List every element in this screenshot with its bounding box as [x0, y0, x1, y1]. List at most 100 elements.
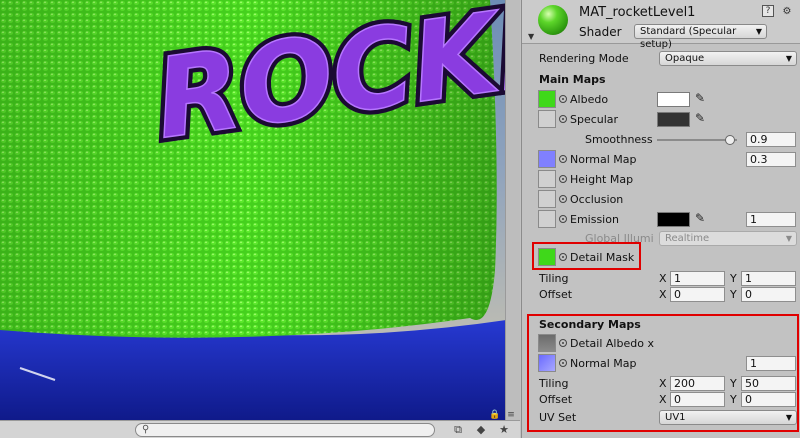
occlusion-label: Occlusion	[570, 193, 624, 206]
occlusion-texture-slot[interactable]	[538, 190, 556, 208]
global-illumination-value: Realtime	[665, 233, 710, 244]
main-maps-title: Main Maps	[539, 73, 606, 86]
x-label: X	[659, 377, 667, 390]
settings-gear-icon[interactable]: ⚙	[780, 5, 794, 19]
uv-set-row: UV Set UV1 ▼	[522, 408, 800, 428]
texture-picker-icon[interactable]	[559, 115, 567, 123]
offset-label: Offset	[539, 288, 573, 301]
emission-intensity-field[interactable]: 1	[746, 212, 796, 227]
rendering-mode-value: Opaque	[665, 53, 705, 64]
y-label: Y	[730, 288, 737, 301]
normal-map-label: Normal Map	[570, 153, 637, 166]
main-maps-header: Main Maps	[522, 70, 800, 90]
chevron-down-icon: ▼	[755, 27, 762, 36]
secondary-maps-header: Secondary Maps	[522, 315, 800, 335]
eyedropper-icon[interactable]: ✎	[695, 211, 705, 225]
chevron-down-icon: ▼	[785, 54, 792, 63]
uv-set-label: UV Set	[539, 411, 577, 424]
search-icon: ⚲	[142, 424, 150, 435]
secondary-tiling-y-field[interactable]: 50	[741, 376, 796, 391]
shader-label: Shader	[579, 25, 622, 39]
main-offset-row: Offset X 0 Y 0	[522, 285, 800, 305]
rocket-model: ROCKET ROCKET	[0, 0, 520, 420]
emission-row: Emission ✎ 1	[522, 210, 800, 230]
x-label: X	[659, 272, 667, 285]
tag-icon[interactable]: ◆	[473, 422, 489, 438]
height-map-label: Height Map	[570, 173, 634, 186]
normal-map-scale-field[interactable]: 0.3	[746, 152, 796, 167]
y-label: Y	[730, 272, 737, 285]
main-offset-x-field[interactable]: 0	[670, 287, 725, 302]
height-map-texture-slot[interactable]	[538, 170, 556, 188]
rendering-mode-dropdown[interactable]: Opaque ▼	[659, 51, 797, 66]
help-icon[interactable]: ?	[762, 5, 774, 17]
texture-picker-icon[interactable]	[559, 175, 567, 183]
smoothness-field[interactable]: 0.9	[746, 132, 796, 147]
texture-picker-icon[interactable]	[559, 155, 567, 163]
secondary-normal-scale-field[interactable]: 1	[746, 356, 796, 371]
viewport-scrollbar[interactable]	[505, 0, 520, 420]
offset-label: Offset	[539, 393, 573, 406]
texture-picker-icon[interactable]	[559, 359, 567, 367]
albedo-texture-slot[interactable]	[538, 90, 556, 108]
y-label: Y	[730, 393, 737, 406]
rendering-mode-label: Rendering Mode	[539, 52, 629, 65]
shader-dropdown[interactable]: Standard (Specular setup) ▼	[634, 24, 767, 50]
rendering-mode-row: Rendering Mode Opaque ▼	[522, 49, 800, 69]
shader-value: Standard (Specular setup)	[640, 26, 737, 50]
menu-icon[interactable]: ≡	[503, 407, 519, 423]
emission-color-swatch[interactable]	[657, 212, 690, 227]
y-label: Y	[730, 377, 737, 390]
normal-map-row: Normal Map 0.3	[522, 150, 800, 170]
detail-albedo-texture-slot[interactable]	[538, 334, 556, 352]
secondary-offset-x-field[interactable]: 0	[670, 392, 725, 407]
detail-albedo-label: Detail Albedo x	[570, 337, 654, 350]
tiling-label: Tiling	[539, 272, 569, 285]
occlusion-row: Occlusion	[522, 190, 800, 210]
global-illumination-dropdown[interactable]: Realtime ▼	[659, 231, 797, 246]
project-toolbar: 🔒 ≡ ⚲ ⧉ ◆ ★	[0, 410, 520, 438]
secondary-normal-row: Normal Map 1	[522, 354, 800, 374]
eyedropper-icon[interactable]: ✎	[695, 111, 705, 125]
material-preview-icon	[538, 5, 568, 35]
albedo-label: Albedo	[570, 93, 609, 106]
search-input[interactable]: ⚲	[135, 423, 435, 437]
detail-albedo-row: Detail Albedo x	[522, 334, 800, 354]
texture-picker-icon[interactable]	[559, 215, 567, 223]
secondary-maps-title: Secondary Maps	[539, 318, 641, 331]
secondary-offset-y-field[interactable]: 0	[741, 392, 796, 407]
specular-texture-slot[interactable]	[538, 110, 556, 128]
lock-icon[interactable]: 🔒	[487, 407, 503, 423]
texture-picker-icon[interactable]	[559, 95, 567, 103]
smoothness-row: Smoothness 0.9	[522, 130, 800, 150]
secondary-offset-row: Offset X 0 Y 0	[522, 390, 800, 410]
smoothness-label: Smoothness	[585, 133, 653, 146]
uv-set-dropdown[interactable]: UV1 ▼	[659, 410, 797, 425]
smoothness-slider-knob[interactable]	[725, 135, 735, 145]
main-offset-y-field[interactable]: 0	[741, 287, 796, 302]
detail-mask-highlight	[532, 242, 641, 270]
texture-picker-icon[interactable]	[559, 195, 567, 203]
height-map-row: Height Map	[522, 170, 800, 190]
main-tiling-y-field[interactable]: 1	[741, 271, 796, 286]
eyedropper-icon[interactable]: ✎	[695, 91, 705, 105]
star-icon[interactable]: ★	[496, 422, 512, 438]
collapse-arrow-icon[interactable]: ▼	[528, 32, 534, 41]
texture-picker-icon[interactable]	[559, 339, 567, 347]
emission-texture-slot[interactable]	[538, 210, 556, 228]
main-tiling-x-field[interactable]: 1	[670, 271, 725, 286]
secondary-normal-label: Normal Map	[570, 357, 637, 370]
specular-label: Specular	[570, 113, 619, 126]
albedo-color-swatch[interactable]	[657, 92, 690, 107]
x-label: X	[659, 288, 667, 301]
material-name: MAT_rocketLevel1	[579, 5, 696, 20]
layers-icon[interactable]: ⧉	[450, 422, 466, 438]
albedo-row: Albedo ✎	[522, 90, 800, 110]
normal-map-texture-slot[interactable]	[538, 150, 556, 168]
scene-viewport[interactable]: ROCKET ROCKET	[0, 0, 520, 420]
secondary-tiling-x-field[interactable]: 200	[670, 376, 725, 391]
emission-label: Emission	[570, 213, 619, 226]
secondary-normal-texture-slot[interactable]	[538, 354, 556, 372]
specular-color-swatch[interactable]	[657, 112, 690, 127]
chevron-down-icon: ▼	[785, 413, 792, 422]
